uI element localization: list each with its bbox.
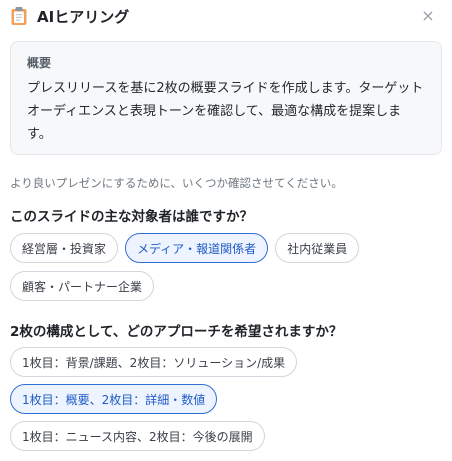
option-media-press[interactable]: メディア・報道関係者 [125, 233, 269, 263]
question-audience: このスライドの主な対象者は誰ですか？ [10, 209, 253, 225]
option-news-future[interactable]: 1枚目：ニュース内容、2枚目：今後の展開 [10, 421, 265, 451]
panel-title: AIヒアリング [37, 7, 130, 26]
option-overview-details[interactable]: 1枚目：概要、2枚目：詳細・数値 [10, 384, 218, 414]
close-icon[interactable]: × [416, 4, 440, 28]
option-executives-investors[interactable]: 経営層・投資家 [10, 233, 119, 263]
summary-card: 概要 プレスリリースを基に2枚の概要スライドを作成します。ターゲットオーディエン… [10, 41, 442, 155]
intro-text: より良いプレゼンにするために、いくつか確認させてください。 [10, 176, 343, 190]
clipboard-icon [10, 6, 28, 26]
option-background-solution[interactable]: 1枚目：背景/課題、2枚目：ソリューション/成果 [10, 347, 298, 377]
option-customers-partners[interactable]: 顧客・パートナー企業 [10, 271, 155, 301]
structure-options: 1枚目：背景/課題、2枚目：ソリューション/成果 1枚目：概要、2枚目：詳細・数… [10, 347, 442, 451]
question-structure: 2枚の構成として、どのアプローチを希望されますか？ [10, 324, 343, 340]
audience-options: 経営層・投資家 メディア・報道関係者 社内従業員 顧客・パートナー企業 [10, 233, 442, 301]
ai-hearing-panel: AIヒアリング × 概要 プレスリリースを基に2枚の概要スライドを作成します。タ… [0, 0, 452, 461]
option-internal-employees[interactable]: 社内従業員 [275, 233, 360, 263]
panel-header: AIヒアリング × [10, 4, 442, 28]
summary-text: プレスリリースを基に2枚の概要スライドを作成します。ターゲットオーディエンスと表… [27, 81, 424, 142]
summary-label: 概要 [27, 56, 52, 70]
